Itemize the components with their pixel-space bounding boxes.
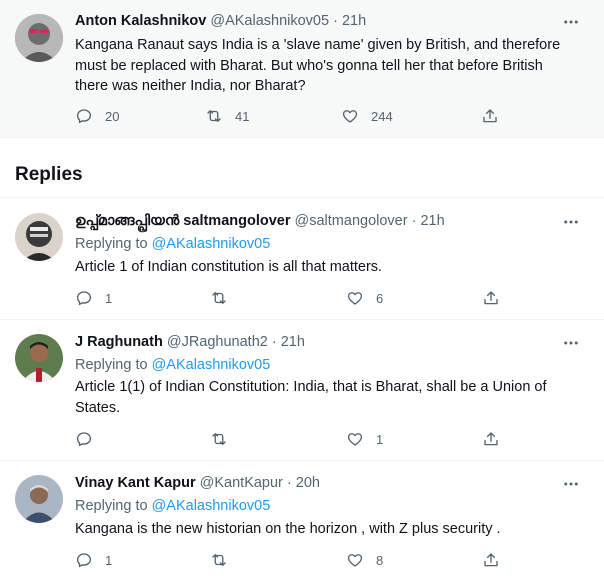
reply-icon — [76, 432, 92, 447]
like-button[interactable]: 6 — [346, 288, 383, 308]
like-count: 1 — [376, 431, 384, 447]
more-icon[interactable] — [562, 475, 580, 493]
tweet-text: Kangana is the new historian on the hori… — [75, 521, 501, 537]
reply-icon — [76, 109, 92, 124]
avatar-image — [15, 213, 63, 261]
retweet-button[interactable]: 41 — [205, 106, 249, 126]
replying-to-label: Replying to — [75, 236, 148, 252]
like-button[interactable]: 1 — [346, 429, 383, 449]
like-icon — [347, 554, 363, 567]
reply-button[interactable]: 20 — [75, 106, 119, 126]
timestamp[interactable]: 21h — [342, 13, 366, 29]
reply-button[interactable] — [75, 429, 93, 449]
retweet-count: 41 — [235, 108, 250, 124]
retweet-button[interactable] — [210, 550, 228, 570]
retweet-icon — [212, 433, 226, 445]
timestamp[interactable]: 21h — [420, 213, 444, 229]
reply-icon — [76, 291, 92, 306]
share-icon — [484, 553, 498, 567]
retweet-icon — [212, 292, 226, 304]
share-icon — [483, 109, 497, 123]
replying-to: Replying to @AKalashnikov05 — [75, 357, 270, 373]
tweet-header: Vinay Kant Kapur @KantKapur · 20h — [75, 475, 320, 491]
tweet-header: J Raghunath @JRaghunath2 · 21h — [75, 334, 305, 350]
author-name[interactable]: Anton Kalashnikov — [75, 13, 206, 29]
avatar-image — [15, 334, 63, 382]
tweet-header: Anton Kalashnikov @AKalashnikov05 · 21h — [75, 13, 366, 29]
like-icon — [342, 110, 358, 123]
avatar-image — [15, 14, 63, 62]
reply-button[interactable]: 1 — [75, 288, 112, 308]
meta-separator: · — [333, 13, 338, 29]
like-button[interactable]: 244 — [341, 106, 393, 126]
like-button[interactable]: 8 — [346, 550, 383, 570]
avatar[interactable] — [15, 334, 63, 382]
replying-to: Replying to @AKalashnikov05 — [75, 236, 270, 252]
reply-tweet[interactable]: Vinay Kant Kapur @KantKapur · 20h Replyi… — [0, 461, 604, 586]
replying-to-label: Replying to — [75, 357, 148, 373]
share-button[interactable] — [482, 550, 500, 570]
replying-to: Replying to @AKalashnikov05 — [75, 498, 270, 514]
share-button[interactable] — [482, 429, 500, 449]
meta-separator: · — [271, 334, 277, 350]
tweet-text: Article 1(1) of Indian Constitution: Ind… — [75, 379, 547, 416]
avatar[interactable] — [15, 475, 63, 523]
tweet-text: Kangana Ranaut says India is a 'slave na… — [75, 37, 561, 94]
reply-count: 1 — [105, 552, 113, 568]
like-count: 244 — [371, 108, 393, 124]
avatar[interactable] — [15, 14, 63, 62]
replies-heading: Replies — [15, 164, 83, 185]
replying-to-link[interactable]: @AKalashnikov05 — [152, 236, 271, 252]
main-tweet[interactable]: Anton Kalashnikov @AKalashnikov05 · 21h … — [0, 0, 604, 138]
author-handle[interactable]: @JRaghunath2 — [167, 334, 268, 350]
retweet-button[interactable] — [210, 429, 228, 449]
timestamp[interactable]: 20h — [296, 475, 320, 491]
like-count: 8 — [376, 552, 384, 568]
replying-to-link[interactable]: @AKalashnikov05 — [152, 357, 271, 373]
retweet-button[interactable] — [210, 288, 228, 308]
reply-tweet[interactable]: ഉപ്പ്മാങ്ങപ്പ്രിയൻ saltmangolover @saltm… — [0, 199, 604, 320]
reply-count: 20 — [105, 108, 120, 124]
share-button[interactable] — [481, 106, 499, 126]
share-icon — [484, 291, 498, 305]
tweet-header: ഉപ്പ്മാങ്ങപ്പ്രിയൻ saltmangolover @saltm… — [75, 213, 445, 229]
timestamp[interactable]: 21h — [281, 334, 305, 350]
share-icon — [484, 432, 498, 446]
like-count: 6 — [376, 290, 384, 306]
reply-tweet[interactable]: J Raghunath @JRaghunath2 · 21h Replying … — [0, 320, 604, 461]
author-handle[interactable]: @KantKapur — [200, 475, 283, 491]
replies-section-header — [0, 138, 604, 198]
share-button[interactable] — [482, 288, 500, 308]
avatar-image — [15, 475, 63, 523]
more-icon[interactable] — [562, 334, 580, 352]
retweet-icon — [212, 554, 226, 566]
like-icon — [347, 433, 363, 446]
author-handle[interactable]: @saltmangolover — [295, 213, 408, 229]
replying-to-link[interactable]: @AKalashnikov05 — [152, 498, 271, 514]
tweet-text: Article 1 of Indian constitution is all … — [75, 259, 383, 275]
replying-to-label: Replying to — [75, 498, 148, 514]
more-icon[interactable] — [562, 13, 580, 31]
author-name[interactable]: ഉപ്പ്മാങ്ങപ്പ്രിയൻ saltmangolover — [75, 213, 290, 229]
meta-separator: · — [286, 475, 292, 491]
reply-icon — [76, 553, 92, 568]
avatar[interactable] — [15, 213, 63, 261]
retweet-icon — [207, 110, 221, 122]
author-handle[interactable]: @AKalashnikov05 — [210, 13, 329, 29]
like-icon — [347, 292, 363, 305]
reply-button[interactable]: 1 — [75, 550, 112, 570]
author-name[interactable]: J Raghunath — [75, 334, 163, 350]
meta-separator: · — [411, 213, 417, 229]
author-name[interactable]: Vinay Kant Kapur — [75, 475, 196, 491]
reply-count: 1 — [105, 290, 113, 306]
more-icon[interactable] — [562, 213, 580, 231]
